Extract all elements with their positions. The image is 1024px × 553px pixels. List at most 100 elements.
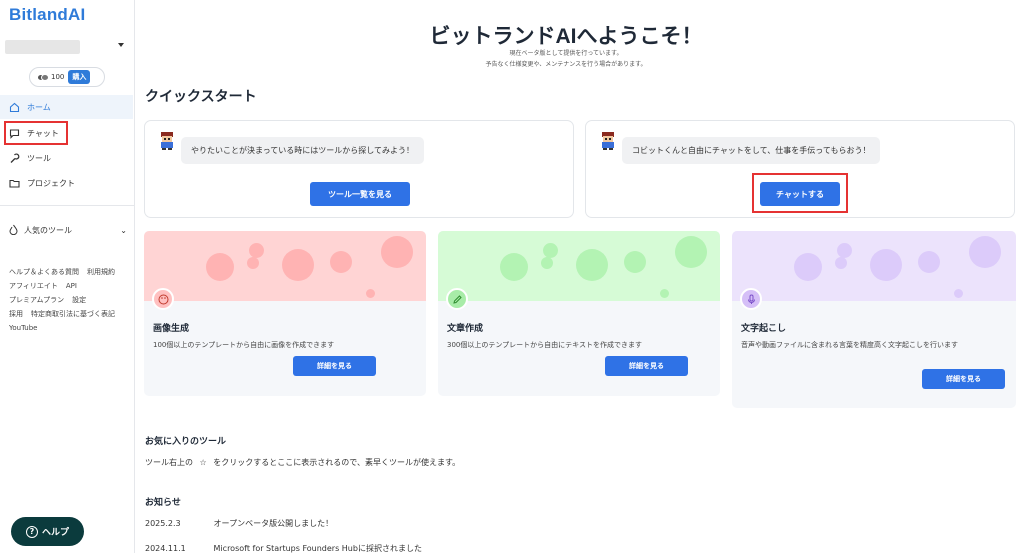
decor-circle: [969, 236, 1001, 268]
sidebar-item-projects[interactable]: プロジェクト: [0, 171, 133, 195]
transcription-details-button[interactable]: 詳細を見る: [922, 369, 1005, 389]
main-content: ビットランドAIへようこそ！ 現在ベータ版として提供を行っています。 予告なく仕…: [136, 0, 1024, 553]
sidebar-item-label: プロジェクト: [27, 178, 75, 188]
favorites-hint-before: ツール右上の: [145, 458, 193, 467]
decor-circle: [954, 289, 963, 298]
news-date: 2024.11.1: [145, 544, 186, 553]
decor-circle: [541, 257, 553, 269]
decor-circle: [675, 236, 707, 268]
chat-nav-highlight: [4, 121, 68, 145]
link-settings[interactable]: 設定: [72, 296, 86, 304]
decor-circle: [249, 243, 264, 258]
link-legal-notice[interactable]: 特定商取引法に基づく表記: [31, 310, 115, 318]
question-icon: ?: [25, 525, 38, 538]
feature-card-text-writing[interactable]: 文章作成 300個以上のテンプレートから自由にテキストを作成できます 詳細を見る: [438, 231, 720, 396]
decor-circle: [794, 253, 822, 281]
feature-description: 100個以上のテンプレートから自由に画像を作成できます: [153, 341, 335, 349]
decor-circle: [282, 249, 314, 281]
mascot-message: コビットくんと自由にチャットをして、仕事を手伝ってもらおう！: [622, 137, 881, 164]
beta-notice: 現在ベータ版として提供を行っています。: [509, 50, 623, 57]
maintenance-notice: 予告なく仕様変更や、メンテナンスを行う場合があります。: [485, 61, 647, 68]
feature-card-transcription[interactable]: 文字起こし 音声や動画ファイルに含まれる言葉を精度高く文字起こしを行います 詳細…: [732, 231, 1016, 408]
credit-balance: 100 購入: [29, 67, 105, 87]
chat-button-highlight: [752, 173, 848, 213]
news-title: お知らせ: [145, 498, 181, 508]
popular-tools-toggle[interactable]: 人気のツール ⌄: [9, 224, 127, 237]
feature-card-image-generation[interactable]: 画像生成 100個以上のテンプレートから自由に画像を作成できます 詳細を見る: [144, 231, 426, 396]
sidebar-item-label: ホーム: [27, 102, 51, 112]
palette-icon: [152, 288, 174, 310]
quickstart-card-tools: やりたいことが決まっている時にはツールから探してみよう！ ツール一覧を見る: [144, 120, 574, 218]
coins-icon: [38, 73, 49, 81]
sidebar-item-home[interactable]: ホーム: [0, 95, 133, 119]
decor-circle: [576, 249, 608, 281]
link-premium-plan[interactable]: プレミアムプラン: [9, 296, 64, 304]
decor-circle: [500, 253, 528, 281]
favorites-hint-after: をクリックするとここに表示されるので、素早くツールが使えます。: [213, 458, 461, 467]
sidebar-item-tools[interactable]: ツール: [0, 146, 133, 170]
home-icon: [9, 102, 20, 113]
decor-circle: [918, 251, 940, 273]
account-name-placeholder: [5, 40, 80, 54]
decor-circle: [247, 257, 259, 269]
mascot-message: やりたいことが決まっている時にはツールから探してみよう！: [181, 137, 425, 164]
microphone-icon: [740, 288, 762, 310]
favorites-hint: ツール右上の ☆ をクリックするとここに表示されるので、素早くツールが使えます。: [145, 457, 460, 468]
link-help-faq[interactable]: ヘルプ＆よくある質問: [9, 268, 79, 276]
decor-circle: [870, 249, 902, 281]
page-title: ビットランドAIへようこそ！: [429, 25, 703, 48]
favorites-title: お気に入りのツール: [145, 437, 227, 447]
star-icon: ☆: [199, 458, 207, 467]
decor-circle: [381, 236, 413, 268]
quickstart-title: クイックスタート: [145, 88, 257, 104]
news-text: Microsoft for Startups Founders Hubに採択され…: [213, 544, 422, 553]
sidebar: BitlandAI 100 購入 ホーム チャット ツール プロジェクト 人気の…: [0, 0, 135, 553]
popular-tools-label: 人気のツール: [24, 226, 72, 235]
feature-description: 300個以上のテンプレートから自由にテキストを作成できます: [447, 341, 642, 349]
chevron-down-icon: ⌄: [120, 226, 127, 235]
link-careers[interactable]: 採用: [9, 310, 23, 318]
folder-icon: [9, 178, 20, 189]
link-youtube[interactable]: YouTube: [9, 324, 37, 332]
news-date: 2025.2.3: [145, 519, 181, 528]
feature-banner: [438, 231, 720, 301]
decor-circle: [206, 253, 234, 281]
pencil-icon: [446, 288, 468, 310]
account-selector[interactable]: [5, 40, 129, 56]
mascot-icon: [161, 132, 173, 150]
caret-down-icon: [118, 43, 124, 47]
sidebar-item-label: ツール: [27, 153, 51, 163]
mascot-icon: [602, 132, 614, 150]
app-logo[interactable]: BitlandAI: [9, 5, 85, 25]
flame-icon: [9, 224, 18, 237]
decor-circle: [366, 289, 375, 298]
help-button[interactable]: ? ヘルプ: [11, 517, 84, 546]
link-affiliate[interactable]: アフィリエイト: [9, 282, 58, 290]
decor-circle: [835, 257, 847, 269]
view-tools-button[interactable]: ツール一覧を見る: [310, 182, 410, 206]
decor-circle: [330, 251, 352, 273]
text-writing-details-button[interactable]: 詳細を見る: [605, 356, 688, 376]
link-terms[interactable]: 利用規約: [87, 268, 115, 276]
feature-title: 文章作成: [447, 324, 484, 334]
image-generation-details-button[interactable]: 詳細を見る: [293, 356, 376, 376]
help-label: ヘルプ: [41, 528, 69, 538]
feature-title: 文字起こし: [741, 324, 787, 334]
news-item[interactable]: 2025.2.3 オープンベータ版公開しました！: [145, 518, 333, 529]
footer-links: ヘルプ＆よくある質問 利用規約 アフィリエイト API プレミアムプラン 設定 採用特…: [9, 265, 133, 335]
decor-circle: [624, 251, 646, 273]
feature-description: 音声や動画ファイルに含まれる言葉を精度高く文字起こしを行います: [741, 341, 958, 349]
news-text: オープンベータ版公開しました！: [213, 519, 334, 528]
wrench-icon: [9, 152, 20, 164]
buy-credits-button[interactable]: 購入: [68, 70, 91, 84]
credit-amount: 100: [51, 73, 65, 81]
decor-circle: [543, 243, 558, 258]
feature-title: 画像生成: [153, 324, 190, 334]
news-item[interactable]: 2024.11.1 Microsoft for Startups Founder…: [145, 543, 422, 553]
feature-banner: [144, 231, 426, 301]
feature-banner: [732, 231, 1016, 301]
sidebar-divider: [0, 205, 135, 206]
link-api[interactable]: API: [66, 282, 77, 290]
decor-circle: [660, 289, 669, 298]
decor-circle: [837, 243, 852, 258]
